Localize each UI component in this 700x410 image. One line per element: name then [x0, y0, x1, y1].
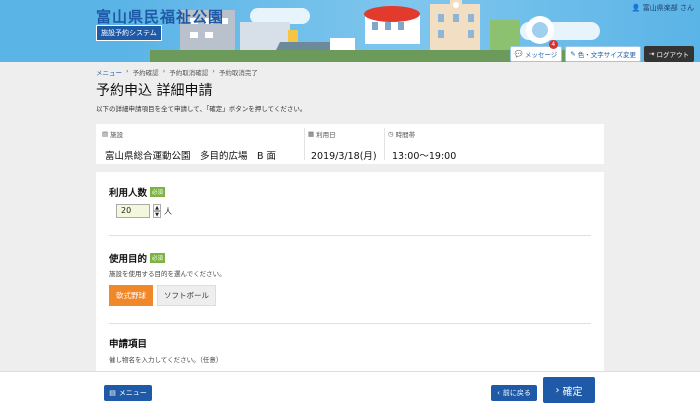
chevron-left-icon: ‹ [497, 389, 500, 397]
purpose-section-title: 使用目的 必須 [109, 251, 166, 265]
footer-bar: ▤ メニュー ‹ 前に戻る › 確定 [0, 371, 700, 410]
confirm-button[interactable]: › 確定 [543, 377, 595, 403]
facility-label: 施設 [110, 131, 124, 139]
required-badge: 必須 [150, 253, 166, 263]
chevron-right-icon: › [212, 67, 215, 75]
pencil-icon: ✎ [570, 50, 576, 58]
menu-button[interactable]: ▤ メニュー [104, 385, 152, 401]
building-icon: ▤ [102, 130, 109, 138]
logout-label: ログアウト [656, 51, 690, 59]
breadcrumb-item: 予約取消完了 [218, 69, 258, 77]
section-divider [109, 323, 591, 324]
count-section-title: 利用人数 必須 [109, 185, 166, 199]
count-input[interactable]: 20 [116, 204, 150, 218]
back-label: 前に戻る [502, 389, 531, 397]
logout-button[interactable]: ⇥ ログアウト [644, 46, 694, 62]
confirm-label: 確定 [562, 386, 583, 398]
chevron-right-icon: › [162, 67, 166, 75]
logout-icon: ⇥ [649, 50, 655, 58]
divider [384, 128, 385, 160]
back-button[interactable]: ‹ 前に戻る [491, 385, 537, 401]
breadcrumb-item-menu[interactable]: メニュー [96, 67, 122, 77]
menu-icon: ▤ [109, 389, 116, 397]
display-settings-label: 色・文字サイズ変更 [577, 51, 637, 59]
message-icon: 💬 [514, 50, 523, 58]
apply-title: 申請項目 [109, 339, 148, 350]
facility-value: 富山県総合運動公園 多目的広場 B 面 [105, 151, 277, 162]
count-unit: 人 [164, 206, 172, 216]
user-info: 👤 富山県楽部 さん [632, 3, 694, 13]
messages-label: メッセージ [524, 51, 558, 59]
site-title[interactable]: 富山県民福祉公園 [96, 6, 224, 27]
site-header: 富山県民福祉公園 施設予約システム 👤 富山県楽部 さん 💬 メッセージ 4 ✎… [0, 0, 700, 62]
purpose-option-softball[interactable]: ソフトボール [157, 285, 216, 306]
time-value: 13:00〜19:00 [392, 151, 457, 162]
clock-icon: ◷ [388, 130, 394, 138]
system-name-badge: 施設予約システム [96, 25, 162, 41]
page-title: 予約申込 詳細申請 [96, 83, 213, 99]
chevron-right-icon: › [126, 67, 129, 75]
purpose-options: 軟式野球 ソフトボール [109, 285, 216, 306]
count-stepper: 20 ▲ ▼ 人 [116, 204, 172, 218]
facility-label-wrap: ▤ 施設 [102, 129, 123, 139]
purpose-title: 使用目的 [109, 254, 148, 265]
time-label-wrap: ◷ 時間帯 [388, 129, 415, 139]
spin-up-icon[interactable]: ▲ [153, 204, 161, 211]
section-divider [109, 235, 591, 236]
apply-section-title: 申請項目 [109, 336, 147, 350]
divider [304, 128, 305, 160]
calendar-icon: ▦ [308, 130, 315, 138]
breadcrumb-item: 予約確認 [132, 69, 159, 77]
required-badge: 必須 [150, 187, 166, 197]
chevron-right-icon: › [555, 384, 560, 396]
date-value: 2019/3/18(月) [311, 151, 377, 162]
menu-label: メニュー [118, 389, 147, 397]
reservation-summary: ▤ 施設 富山県総合運動公園 多目的広場 B 面 ▦ 利用日 2019/3/18… [96, 124, 604, 164]
count-title: 利用人数 [109, 188, 148, 199]
message-count-badge: 4 [548, 40, 558, 49]
page-subtitle: 以下の詳細申請項目を全て申請して、「確定」ボタンを押してください。 [96, 105, 307, 113]
header-actions: 💬 メッセージ 4 ✎ 色・文字サイズ変更 ⇥ ログアウト [509, 40, 694, 62]
apply-description: 催し物名を入力してください。（任意） [109, 356, 223, 364]
purpose-description: 施設を使用する目的を選んでください。 [109, 270, 226, 278]
detail-form: 利用人数 必須 20 ▲ ▼ 人 使用目的 必須 施設を使用する目的を選んでくだ… [96, 172, 604, 372]
messages-button[interactable]: 💬 メッセージ 4 [509, 40, 563, 62]
date-label-wrap: ▦ 利用日 [308, 129, 336, 139]
time-label: 時間帯 [395, 131, 416, 139]
breadcrumb-item: 予約取消確認 [169, 69, 209, 77]
date-label: 利用日 [316, 131, 336, 139]
display-settings-button[interactable]: ✎ 色・文字サイズ変更 [565, 46, 642, 62]
user-icon: 👤 [631, 4, 641, 12]
purpose-option-baseball[interactable]: 軟式野球 [109, 285, 153, 306]
spin-down-icon[interactable]: ▼ [153, 211, 161, 218]
count-spin: ▲ ▼ [153, 204, 161, 218]
user-name: 富山県楽部 さん [642, 4, 694, 12]
breadcrumb: メニュー › 予約確認 › 予約取消確認 › 予約取消完了 [96, 67, 258, 77]
